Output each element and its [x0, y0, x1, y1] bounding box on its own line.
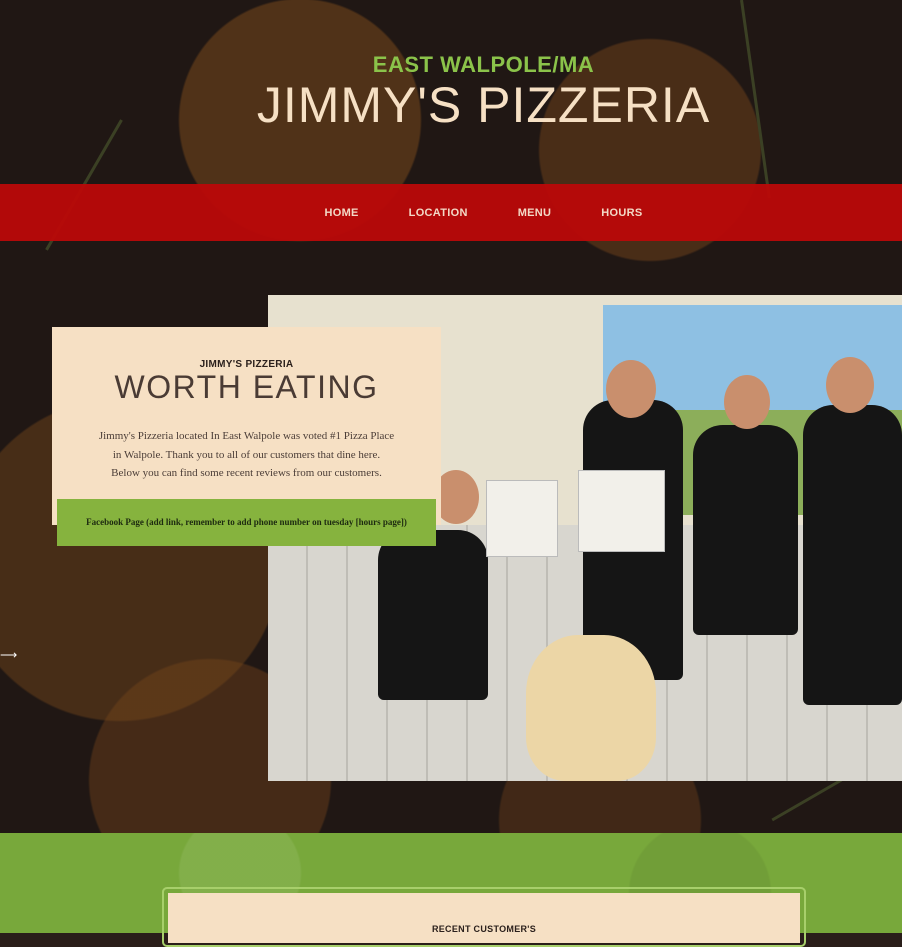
photo-person [693, 425, 798, 635]
about-card: JIMMY'S PIZZERIA WORTH EATING Jimmy's Pi… [52, 327, 441, 525]
reviews-card: RECENT CUSTOMER'S [168, 893, 800, 943]
herb-decoration [771, 778, 843, 822]
about-body-line: in Walpole. Thank you to all of our cust… [112, 448, 381, 461]
photo-head [826, 357, 874, 413]
about-body-line: Below you can find some recent reviews f… [111, 467, 382, 479]
nav-menu[interactable]: MENU [518, 207, 552, 219]
photo-head [606, 360, 656, 418]
nav-home[interactable]: HOME [324, 207, 358, 219]
photo-person [378, 530, 488, 700]
about-heading: WORTH EATING [114, 369, 379, 405]
cursor-icon: ⟶ [0, 648, 18, 662]
main-nav: HOME LOCATION MENU HOURS [0, 184, 902, 241]
site-title: JIMMY'S PIZZERIA [256, 77, 711, 133]
photo-dog [526, 635, 656, 781]
about-body-line: Jimmy's Pizzeria located In East Walpole… [98, 430, 395, 442]
photo-person [803, 405, 902, 705]
facebook-page-button[interactable]: Facebook Page (add link, remember to add… [57, 499, 436, 546]
pizza-boxes [578, 470, 665, 552]
about-body: Jimmy's Pizzeria located In East Walpole… [74, 427, 419, 483]
photo-head [724, 375, 770, 429]
nav-location[interactable]: LOCATION [409, 207, 468, 219]
pizza-boxes [486, 480, 558, 557]
location-subtitle: EAST WALPOLE/MA [372, 52, 595, 77]
nav-hours[interactable]: HOURS [601, 207, 642, 219]
